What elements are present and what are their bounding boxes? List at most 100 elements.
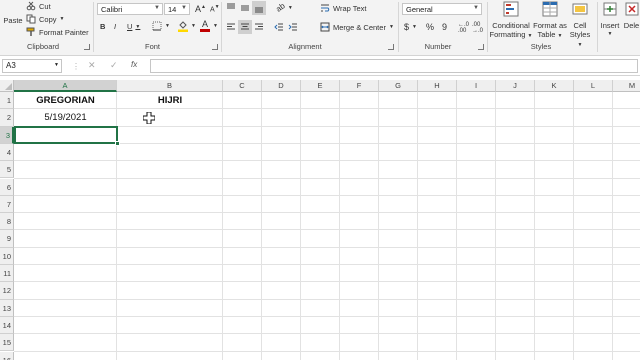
bold-label: B	[100, 22, 106, 31]
gridline-horizontal	[14, 212, 640, 214]
row-header-4[interactable]: 4	[0, 143, 14, 162]
column-header-c[interactable]: C	[223, 80, 262, 92]
gridline-horizontal	[14, 350, 640, 352]
insert-cells-icon	[603, 2, 617, 16]
align-left-button[interactable]	[226, 22, 236, 32]
column-header-e[interactable]: E	[301, 80, 340, 92]
gridline-horizontal	[14, 281, 640, 283]
italic-button[interactable]: I	[114, 22, 116, 31]
underline-button[interactable]: U ▼	[127, 22, 140, 31]
delete-cells-icon	[625, 2, 639, 16]
formula-input[interactable]	[150, 59, 638, 73]
row-header-2[interactable]: 2	[0, 109, 14, 127]
align-bottom-button[interactable]	[252, 1, 266, 15]
cancel-icon: ✕	[88, 60, 96, 70]
column-header-b[interactable]: B	[117, 80, 223, 92]
merge-center-button[interactable]: Merge & Center ▼	[320, 22, 394, 32]
row-header-11[interactable]: 11	[0, 265, 14, 283]
clipboard-launcher-icon[interactable]	[84, 44, 90, 50]
gridline-horizontal	[14, 246, 640, 248]
enter-button[interactable]: ✓	[110, 60, 118, 71]
cell-styles-label-2: Styles ▼	[567, 30, 593, 50]
shrink-font-button[interactable]: A▼	[210, 4, 220, 13]
currency-button[interactable]: $ ▼	[404, 22, 417, 32]
gridline-vertical	[573, 92, 574, 360]
cancel-button[interactable]: ✕	[88, 60, 96, 71]
name-box[interactable]: A3 ▼	[2, 59, 62, 73]
fill-handle[interactable]	[115, 141, 120, 146]
column-header-k[interactable]: K	[535, 80, 574, 92]
insert-button[interactable]: Insert ▼	[599, 1, 621, 39]
font-color-button[interactable]: A ▼	[200, 20, 218, 32]
delete-button[interactable]: Dele	[623, 1, 640, 30]
wrap-text-button[interactable]: Wrap Text	[320, 3, 367, 13]
font-launcher-icon[interactable]	[212, 44, 218, 50]
row-header-9[interactable]: 9	[0, 230, 14, 248]
copy-button[interactable]: Copy ▼	[26, 14, 64, 24]
row-header-5[interactable]: 5	[0, 161, 14, 179]
select-all-corner[interactable]	[0, 80, 14, 92]
gridline-horizontal	[14, 229, 640, 231]
formula-bar: A3 ▼ ⋮ ✕ ✓ fx	[0, 56, 640, 76]
increase-decimal-button[interactable]: ←.0.00	[458, 22, 469, 34]
fill-color-button[interactable]: ▼	[178, 20, 196, 32]
percent-button[interactable]: %	[426, 22, 434, 32]
cell-a1[interactable]: GREGORIAN	[14, 95, 117, 106]
comma-style-button[interactable]: 9	[442, 22, 447, 32]
column-header-h[interactable]: H	[418, 80, 457, 92]
row-header-10[interactable]: 10	[0, 247, 14, 265]
cell-a2[interactable]: 5/19/2021	[14, 112, 117, 123]
row-header-16[interactable]: 16	[0, 351, 14, 360]
gridline-horizontal	[14, 160, 640, 162]
borders-button[interactable]: ▼	[152, 21, 170, 31]
group-divider	[398, 2, 399, 52]
decrease-indent-button[interactable]	[274, 22, 284, 32]
align-top-button[interactable]	[226, 3, 236, 13]
grow-font-button[interactable]: A▲	[195, 4, 206, 14]
font-size-combo[interactable]: 14 ▼	[164, 3, 190, 15]
row-header-15[interactable]: 15	[0, 334, 14, 352]
selected-cell-a3[interactable]	[14, 126, 118, 144]
decrease-decimal-button[interactable]: .00 →.0	[472, 22, 483, 34]
column-header-a[interactable]: A	[14, 80, 117, 92]
row-header-6[interactable]: 6	[0, 178, 14, 196]
column-header-j[interactable]: J	[496, 80, 535, 92]
cell-styles-button[interactable]: Cell Styles ▼	[567, 1, 593, 50]
number-format-combo[interactable]: General ▼	[402, 3, 482, 15]
row-header-7[interactable]: 7	[0, 195, 14, 214]
format-as-table-button[interactable]: Format as Table ▼	[533, 1, 567, 41]
format-painter-button[interactable]: Format Painter	[26, 27, 89, 37]
alignment-launcher-icon[interactable]	[388, 44, 394, 50]
paste-button[interactable]: Paste	[2, 16, 24, 25]
column-header-d[interactable]: D	[262, 80, 301, 92]
column-header-m[interactable]: M	[613, 80, 640, 92]
insert-function-button[interactable]: fx	[131, 60, 137, 69]
row-header-8[interactable]: 8	[0, 213, 14, 231]
number-launcher-icon[interactable]	[478, 44, 484, 50]
cell-b1[interactable]: HIJRI	[117, 95, 223, 106]
cut-button[interactable]: Cut	[26, 1, 51, 11]
align-right-button[interactable]	[254, 22, 264, 32]
column-header-i[interactable]: I	[457, 80, 496, 92]
row-header-14[interactable]: 14	[0, 316, 14, 335]
align-middle-button[interactable]	[240, 3, 250, 13]
row-header-1[interactable]: 1	[0, 92, 14, 110]
font-name-combo[interactable]: Calibri ▼	[97, 3, 163, 15]
column-header-l[interactable]: L	[574, 80, 613, 92]
column-header-g[interactable]: G	[379, 80, 418, 92]
row-header-3[interactable]: 3	[0, 126, 14, 144]
conditional-label-2-text: Formatting	[489, 30, 526, 39]
bold-button[interactable]: B	[100, 22, 105, 31]
row-header-13[interactable]: 13	[0, 299, 14, 317]
column-header-f[interactable]: F	[340, 80, 379, 92]
increase-indent-button[interactable]	[288, 22, 298, 32]
row-header-12[interactable]: 12	[0, 282, 14, 300]
gridline-vertical	[300, 92, 301, 360]
wrap-text-label: Wrap Text	[333, 3, 367, 13]
orientation-button[interactable]: ab ▼	[274, 1, 293, 13]
worksheet-grid[interactable]: ABCDEFGHIJKLM 1 2 3 4 5 6 7 8 9 10 11 12 13 14 15 16 GR…	[0, 80, 640, 360]
group-divider	[597, 2, 598, 52]
copy-label: Copy	[39, 14, 57, 24]
align-center-button[interactable]	[238, 20, 252, 34]
conditional-formatting-button[interactable]: Conditional Formatting ▼	[489, 1, 533, 41]
